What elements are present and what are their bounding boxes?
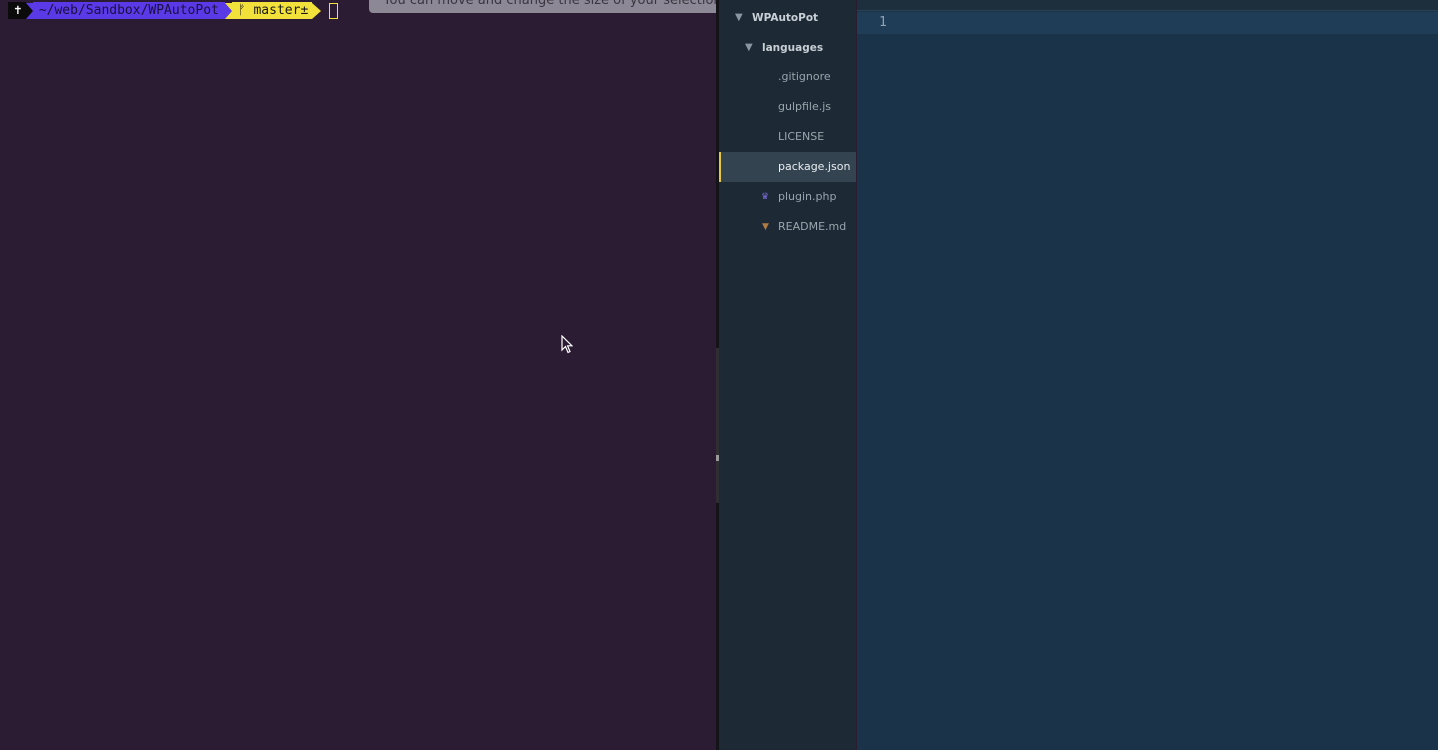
editor-tab-bar	[857, 0, 1438, 11]
chevron-down-icon[interactable]: ▼	[735, 3, 743, 33]
code-editor[interactable]: 1	[857, 0, 1438, 750]
segment-separator	[25, 2, 33, 19]
tree-file-gitignore[interactable]: .gitignore	[719, 62, 856, 92]
tree-item-label: .gitignore	[778, 70, 831, 83]
git-branch-icon: ᚠ	[237, 3, 246, 18]
segment-separator	[312, 2, 322, 19]
tree-file-readme[interactable]: ▼ README.md	[719, 212, 856, 242]
php-icon: ♛	[761, 192, 770, 202]
markdown-icon: ▼	[762, 222, 769, 232]
tree-item-label: gulpfile.js	[778, 100, 832, 113]
user-segment: ✝	[8, 2, 26, 19]
tree-item-label: README.md	[778, 220, 847, 233]
git-segment: ᚠ master±	[231, 2, 313, 19]
path-segment: ~/web/Sandbox/WPAutoPot	[32, 2, 225, 19]
tree-item-label: package.json	[778, 160, 851, 173]
tree-folder-languages[interactable]: ▼ languages	[719, 33, 856, 63]
line-number: 1	[879, 15, 887, 30]
tree-root-folder[interactable]: ▼ WPAutoPot	[719, 3, 856, 33]
tree-file-package-json[interactable]: package.json	[719, 152, 856, 182]
tree-item-label: plugin.php	[778, 190, 837, 203]
git-branch-label: master±	[253, 3, 309, 18]
chevron-down-icon[interactable]: ▼	[745, 33, 753, 63]
terminal-cursor	[329, 2, 339, 19]
file-tree-sidebar: ▼ WPAutoPot ▼ languages .gitignore gulpf…	[719, 0, 856, 750]
tree-file-plugin-php[interactable]: ♛ plugin.php	[719, 182, 856, 212]
tree-file-license[interactable]: LICENSE	[719, 122, 856, 152]
selection-tooltip: You can move and change the size of your…	[369, 0, 736, 13]
tree-file-gulpfile[interactable]: gulpfile.js	[719, 92, 856, 122]
tree-item-label: LICENSE	[778, 130, 825, 143]
mouse-pointer-icon	[561, 334, 574, 358]
tree-item-label: languages	[762, 42, 824, 54]
current-line-highlight	[857, 12, 1438, 34]
terminal-pane[interactable]: ✝ ~/web/Sandbox/WPAutoPot ᚠ master± You …	[0, 0, 736, 750]
shell-prompt: ✝ ~/web/Sandbox/WPAutoPot ᚠ master±	[8, 2, 339, 19]
segment-separator	[224, 2, 232, 19]
tree-root-label: WPAutoPot	[752, 12, 819, 24]
